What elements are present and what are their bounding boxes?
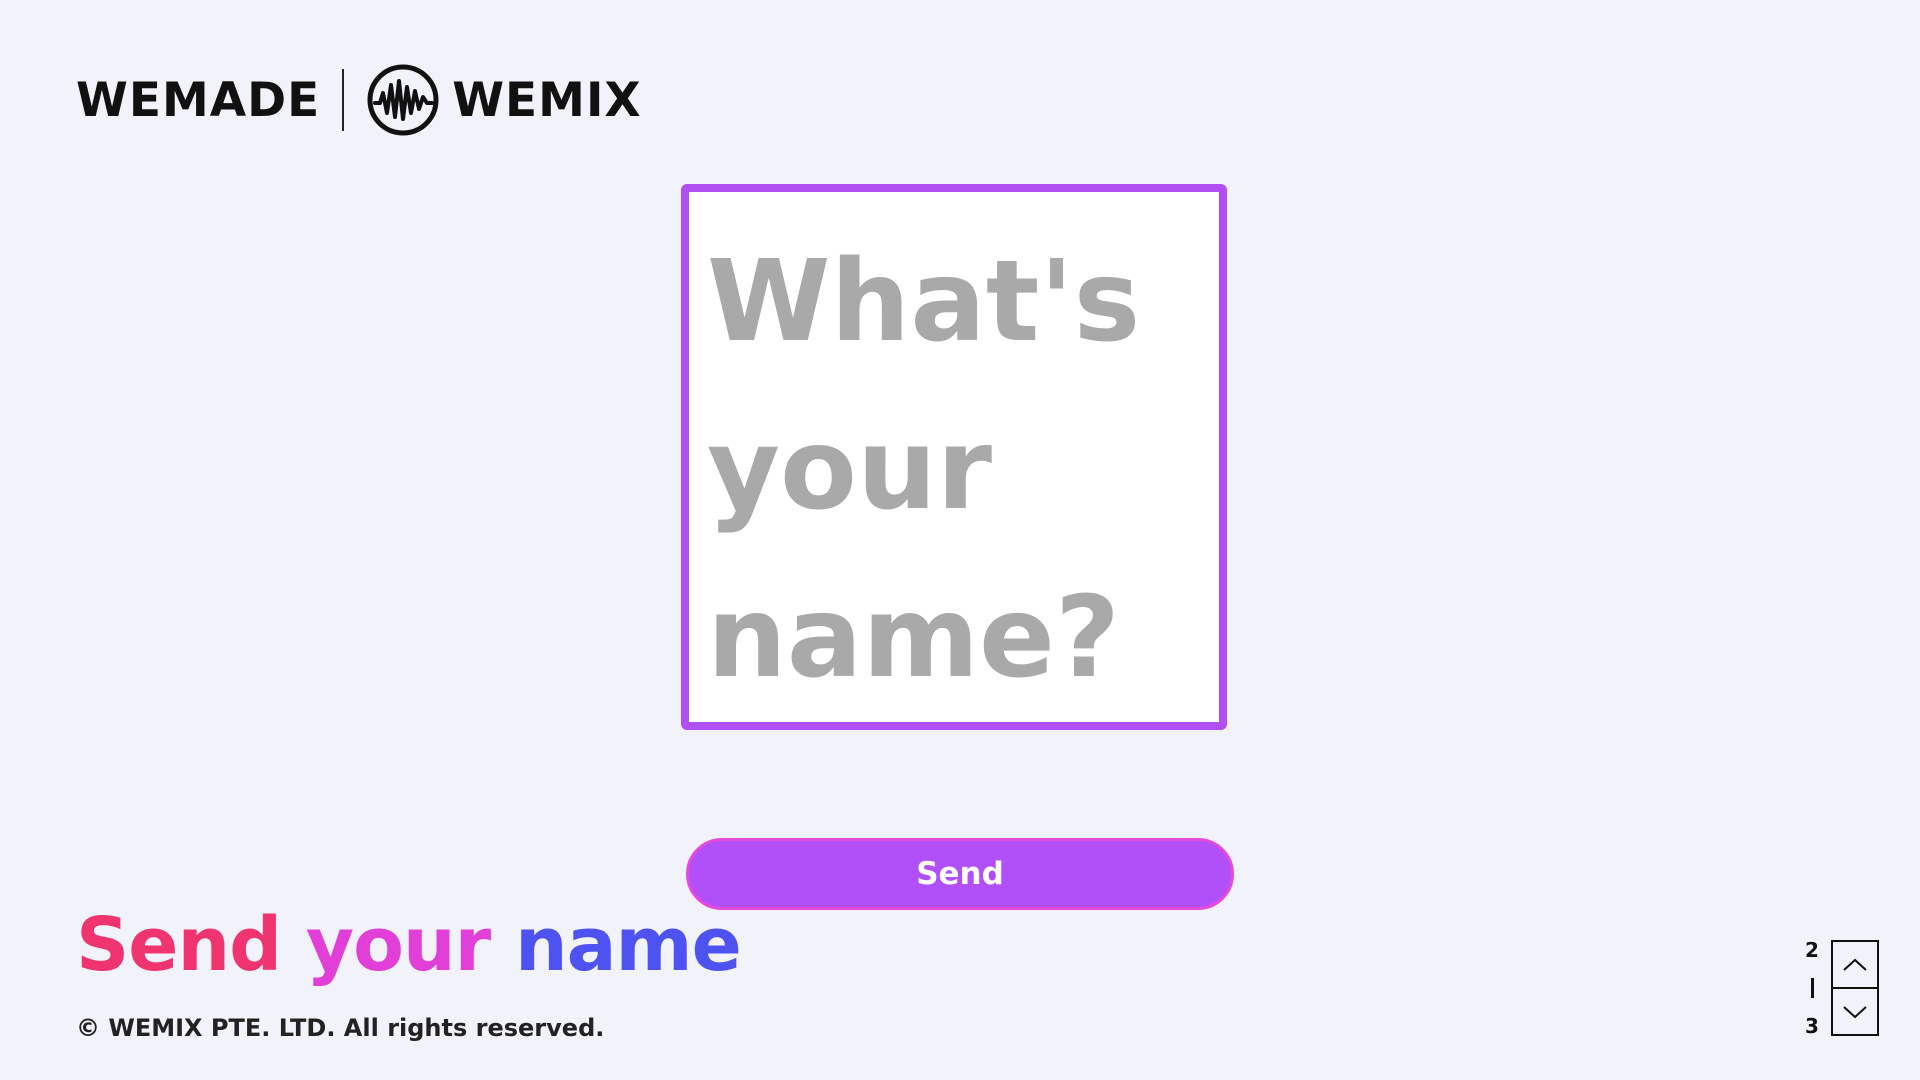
copyright-text: © WEMIX PTE. LTD. All rights reserved. — [76, 1014, 605, 1042]
title-word-send: Send — [76, 902, 282, 988]
send-button[interactable]: Send — [686, 838, 1234, 910]
name-input-box — [681, 184, 1227, 730]
pager: 2 3 — [1798, 938, 1882, 1038]
pager-current: 2 — [1805, 938, 1819, 962]
wemade-logo: WEMADE — [76, 72, 321, 128]
pager-buttons — [1831, 940, 1879, 1036]
wemix-emblem-icon — [367, 64, 439, 136]
page: WEMADE WEMIX Send Send your name © WEMIX… — [0, 0, 1920, 1080]
header-logos: WEMADE WEMIX — [76, 62, 642, 138]
name-input[interactable] — [689, 192, 1219, 722]
title-word-your: your — [305, 902, 491, 988]
pager-numbers: 2 3 — [1798, 938, 1826, 1038]
chevron-down-icon — [1843, 1005, 1867, 1018]
pager-down-button[interactable] — [1833, 987, 1877, 1034]
title-word-name: name — [514, 902, 742, 988]
page-title: Send your name — [76, 895, 742, 995]
logo-divider — [342, 69, 345, 131]
pager-separator — [1810, 978, 1814, 998]
wemix-logo: WEMIX — [452, 72, 642, 128]
pager-up-button[interactable] — [1833, 942, 1877, 987]
pager-total: 3 — [1805, 1014, 1819, 1038]
chevron-up-icon — [1843, 958, 1867, 971]
